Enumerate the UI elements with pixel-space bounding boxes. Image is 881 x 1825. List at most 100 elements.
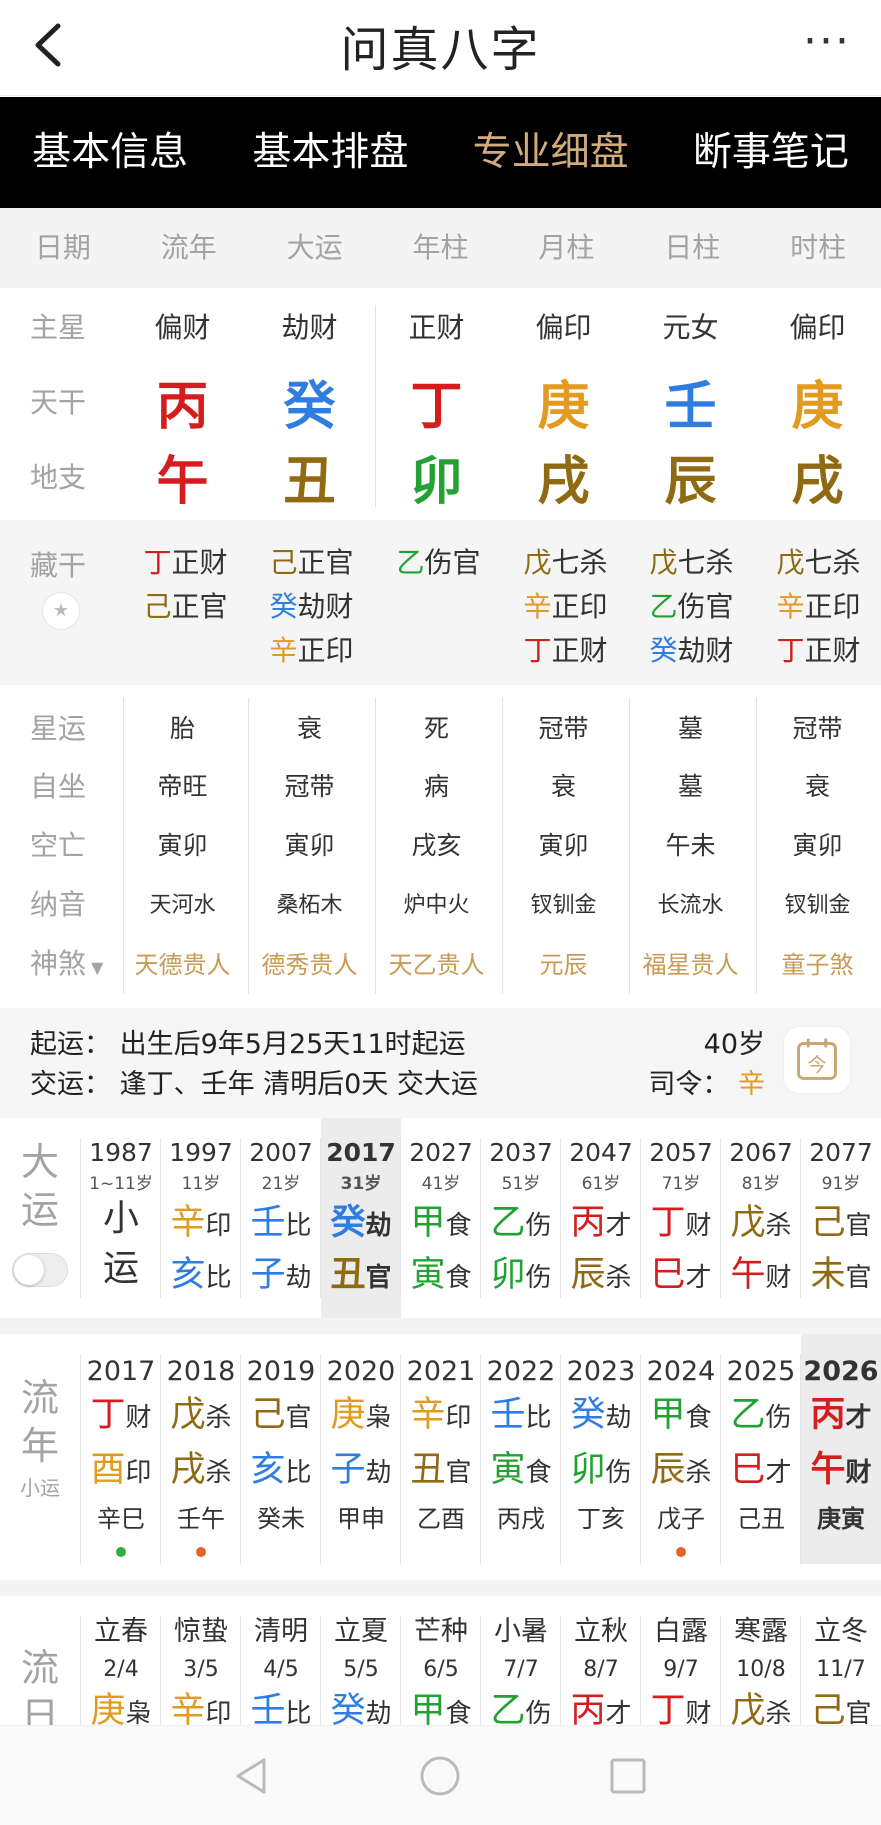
jieqi-name: 立冬 — [814, 1616, 868, 1647]
liunian-column[interactable]: 2022 壬比 寅食 丙戌 — [481, 1334, 561, 1564]
dayun-column[interactable]: 2067 81岁 戊杀 午财 — [721, 1118, 801, 1318]
pillar-god: 官 — [445, 1458, 472, 1488]
tab-basic-chart[interactable]: 基本排盘 — [220, 97, 440, 208]
canggan-item[interactable]: 戊七杀 — [502, 544, 629, 588]
liunian-column[interactable]: 2017 丁财 酉印 辛巳 — [81, 1334, 161, 1564]
canggan-item[interactable]: 己正官 — [248, 544, 375, 588]
dayun-column[interactable]: 1997 11岁 辛印 亥比 — [161, 1118, 241, 1318]
canggan-item[interactable]: 丁正财 — [502, 632, 629, 676]
liuyue-column[interactable]: 清明 4/5 壬比 — [241, 1596, 321, 1726]
jieqi-date: 9/7 — [663, 1657, 699, 1682]
tiangan-cell[interactable]: 壬 — [627, 364, 754, 439]
dayun-column[interactable]: 1987 1~11岁小运 — [81, 1118, 161, 1318]
dizhi-cell[interactable]: 丑 — [246, 439, 373, 514]
liunian-column[interactable]: 2021 辛印 丑官 乙酉 — [401, 1334, 481, 1564]
canggan-stem: 丁 — [523, 634, 552, 667]
dizhi-cell[interactable]: 卯 — [373, 439, 500, 514]
liunian-column[interactable]: 2020 庚枭 子劫 甲申 — [321, 1334, 401, 1564]
liunian-column[interactable]: 2025 乙伤 巳才 己丑 — [721, 1334, 801, 1564]
liunian-column[interactable]: 2024 甲食 辰杀 戊子 — [641, 1334, 721, 1564]
shensha-cell[interactable]: 元辰 — [500, 945, 627, 980]
liunian-label-1: 流 — [20, 1376, 59, 1420]
shensha-dropdown[interactable]: 神煞 ▼ — [0, 942, 119, 982]
canggan-item[interactable]: 己正官 — [122, 588, 249, 632]
pillar-char: 丁 — [650, 1691, 686, 1726]
liuyue-column[interactable]: 立夏 5/5 癸劫 — [321, 1596, 401, 1726]
dayun-column[interactable]: 2057 71岁 丁财 巳才 — [641, 1118, 721, 1318]
shensha-cell[interactable]: 童子煞 — [754, 945, 881, 980]
liuyue-column[interactable]: 寒露 10/8 戊杀 — [721, 1596, 801, 1726]
pillar-char: 丑 — [410, 1450, 446, 1490]
tab-basic-info[interactable]: 基本信息 — [0, 97, 220, 208]
nav-home-icon[interactable] — [418, 1754, 462, 1798]
shensha-cell[interactable]: 天德贵人 — [119, 945, 246, 980]
canggan-column: 戊七杀 辛正印 丁正财 — [502, 544, 629, 676]
liuyue-column[interactable]: 白露 9/7 丁财 — [641, 1596, 721, 1726]
canggan-item[interactable]: 癸劫财 — [628, 632, 755, 676]
dayun-column[interactable]: 2027 41岁 甲食 寅食 — [401, 1118, 481, 1318]
dizhi-cell[interactable]: 戌 — [500, 439, 627, 514]
pillar-pair: 寅食 — [401, 1252, 481, 1304]
canggan-item[interactable]: 癸劫财 — [248, 588, 375, 632]
dayun-year: 1997 — [169, 1138, 233, 1167]
tiangan-cell[interactable]: 癸 — [246, 364, 373, 439]
dayun-column[interactable]: 2037 51岁 乙伤 卯伤 — [481, 1118, 561, 1318]
more-icon[interactable]: ··· — [803, 20, 851, 64]
canggan-item[interactable]: 辛正印 — [502, 588, 629, 632]
liuyue-column[interactable]: 立秋 8/7 丙才 — [561, 1596, 641, 1726]
calendar-today-button[interactable]: 今 — [783, 1026, 851, 1094]
dayun-column[interactable]: 2077 91岁 己官 未官 — [801, 1118, 881, 1318]
shensha-cell[interactable]: 天乙贵人 — [373, 945, 500, 980]
dayun-column[interactable]: 2017 31岁 癸劫 丑官 — [321, 1118, 401, 1318]
canggan-item[interactable]: 戊七杀 — [628, 544, 755, 588]
liunian-column[interactable]: 2018 戊杀 戌杀 壬午 — [161, 1334, 241, 1564]
canggan-item[interactable]: 丁正财 — [755, 632, 881, 676]
nav-back-icon[interactable] — [230, 1754, 274, 1798]
nayin-cell: 桑柘木 — [276, 893, 343, 918]
liunian-label: 流 年 小运 — [0, 1374, 80, 1506]
system-nav-bar — [0, 1725, 881, 1825]
tab-notes[interactable]: 断事笔记 — [661, 97, 881, 208]
pillar-god: 枭 — [365, 1403, 392, 1433]
canggan-stem: 戊 — [776, 546, 805, 579]
dayun-age: 1~11岁 — [89, 1174, 153, 1194]
pillar-pair: 乙伤 — [721, 1389, 801, 1447]
liuyue-column[interactable]: 芒种 6/5 甲食 — [401, 1596, 481, 1726]
dayun-year: 2077 — [809, 1138, 873, 1167]
tiangan-cell[interactable]: 庚 — [754, 364, 881, 439]
dayun-column[interactable]: 2007 21岁 壬比 子劫 — [241, 1118, 321, 1318]
liuyue-column[interactable]: 惊蛰 3/5 辛印 — [161, 1596, 241, 1726]
tiangan-cell[interactable]: 丁 — [373, 364, 500, 439]
dayun-toggle[interactable] — [12, 1253, 68, 1287]
liuyue-column[interactable]: 小暑 7/7 乙伤 — [481, 1596, 561, 1726]
tiangan-cell[interactable]: 庚 — [500, 364, 627, 439]
dayun-column[interactable]: 2047 61岁 丙才 辰杀 — [561, 1118, 641, 1318]
shensha-cell[interactable]: 福星贵人 — [627, 945, 754, 980]
liuyue-column[interactable]: 立春 2/4 庚枭 — [81, 1596, 161, 1726]
xingyun-cell: 冠带 — [792, 714, 843, 743]
pillar-god: 劫 — [605, 1403, 632, 1433]
shensha-cell[interactable]: 德秀贵人 — [246, 945, 373, 980]
row-label: 神煞 — [30, 947, 87, 980]
liunian-column[interactable]: 2019 己官 亥比 癸未 — [241, 1334, 321, 1564]
canggan-item[interactable]: 辛正印 — [248, 632, 375, 676]
canggan-item[interactable]: 辛正印 — [755, 588, 881, 632]
canggan-item[interactable]: 乙伤官 — [628, 588, 755, 632]
canggan-item[interactable]: 乙伤官 — [375, 544, 502, 588]
pillar-pair: 子劫 — [321, 1447, 401, 1499]
nav-recent-icon[interactable] — [606, 1754, 650, 1798]
pillar-pair: 戌杀 — [161, 1447, 241, 1499]
dizhi-cell[interactable]: 辰 — [627, 439, 754, 514]
tiangan-cell[interactable]: 丙 — [119, 364, 246, 439]
pillar-pair: 甲食 — [401, 1200, 481, 1252]
dizhi-cell[interactable]: 戌 — [754, 439, 881, 514]
tab-pro-chart[interactable]: 专业细盘 — [441, 97, 661, 208]
dizhi-cell[interactable]: 午 — [119, 439, 246, 514]
liuyue-column[interactable]: 立冬 11/7 己官 — [801, 1596, 881, 1726]
liunian-column[interactable]: 2023 癸劫 卯伤 丁亥 — [561, 1334, 641, 1564]
liunian-column[interactable]: 2026 丙才 午财 庚寅 — [801, 1334, 881, 1564]
canggan-item[interactable]: 丁正财 — [122, 544, 249, 588]
pin-icon[interactable]: ★ — [42, 592, 80, 630]
pillar-char: 寅 — [410, 1255, 446, 1295]
canggan-item[interactable]: 戊七杀 — [755, 544, 881, 588]
